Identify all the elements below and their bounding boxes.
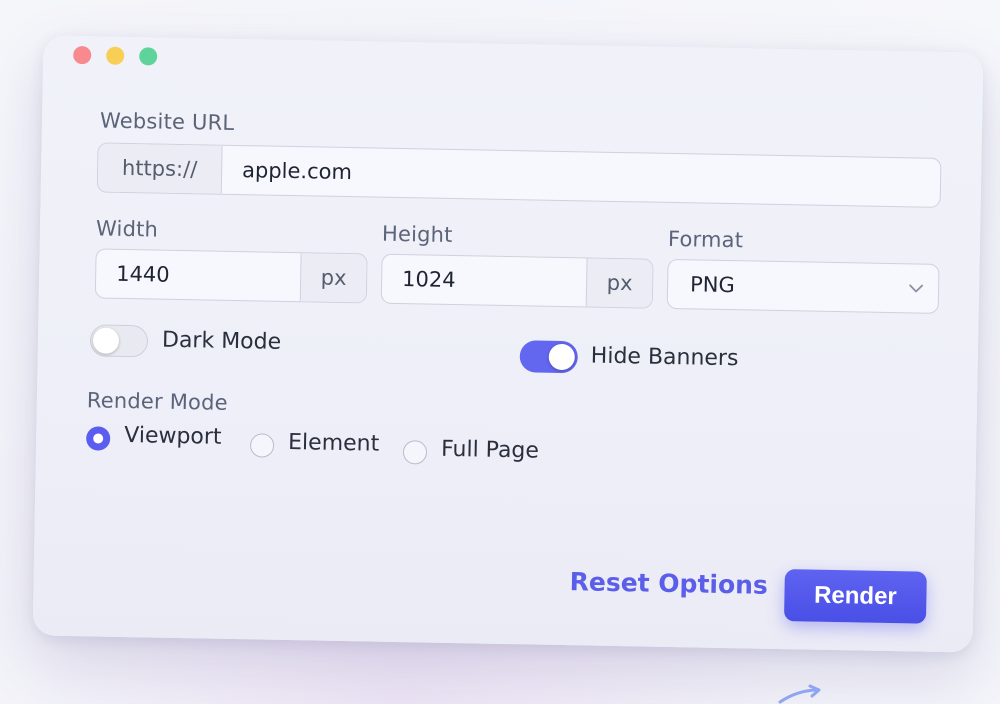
dark-mode-toggle[interactable] bbox=[89, 324, 149, 358]
height-unit: px bbox=[585, 258, 653, 308]
width-input[interactable]: 1440 bbox=[96, 249, 301, 301]
radio-element[interactable] bbox=[249, 433, 275, 458]
width-unit: px bbox=[299, 253, 367, 303]
render-options-window: Website URL https:// apple.com Width 144… bbox=[32, 35, 984, 653]
render-button[interactable]: Render bbox=[783, 569, 927, 624]
height-label: Height bbox=[381, 221, 453, 247]
maximize-window-button[interactable] bbox=[139, 47, 158, 66]
radio-viewport[interactable] bbox=[85, 426, 111, 451]
dark-mode-label: Dark Mode bbox=[161, 327, 282, 355]
close-window-button[interactable] bbox=[73, 45, 92, 65]
width-input-group: 1440 px bbox=[94, 248, 368, 304]
radio-full-page[interactable] bbox=[402, 440, 428, 465]
minimize-window-button[interactable] bbox=[106, 46, 125, 65]
url-prefix: https:// bbox=[97, 143, 223, 194]
url-label: Website URL bbox=[99, 108, 235, 135]
render-mode-label: Render Mode bbox=[86, 388, 228, 415]
hide-banners-label: Hide Banners bbox=[590, 343, 739, 372]
window-controls bbox=[73, 45, 158, 66]
reset-options-link[interactable]: Reset Options bbox=[569, 567, 768, 600]
width-label: Width bbox=[95, 216, 159, 242]
app-scene: Website URL https:// apple.com Width 144… bbox=[0, 0, 1000, 704]
radio-viewport-label[interactable]: Viewport bbox=[124, 423, 222, 450]
format-label: Format bbox=[667, 226, 744, 253]
radio-element-label[interactable]: Element bbox=[288, 430, 380, 457]
height-input-group: 1024 px bbox=[380, 253, 654, 309]
dark-mode-toggle-knob bbox=[92, 326, 120, 354]
url-input[interactable]: apple.com bbox=[222, 146, 941, 207]
radio-full-page-label[interactable]: Full Page bbox=[441, 437, 539, 464]
arrow-icon bbox=[778, 684, 821, 704]
chevron-down-icon bbox=[894, 264, 939, 313]
format-select[interactable]: PNG bbox=[666, 258, 940, 314]
format-selected-value: PNG bbox=[689, 272, 735, 298]
hide-banners-toggle-knob bbox=[548, 343, 576, 371]
url-input-group: https:// apple.com bbox=[96, 142, 942, 208]
height-input[interactable]: 1024 bbox=[382, 255, 587, 307]
hide-banners-toggle[interactable] bbox=[519, 340, 579, 374]
